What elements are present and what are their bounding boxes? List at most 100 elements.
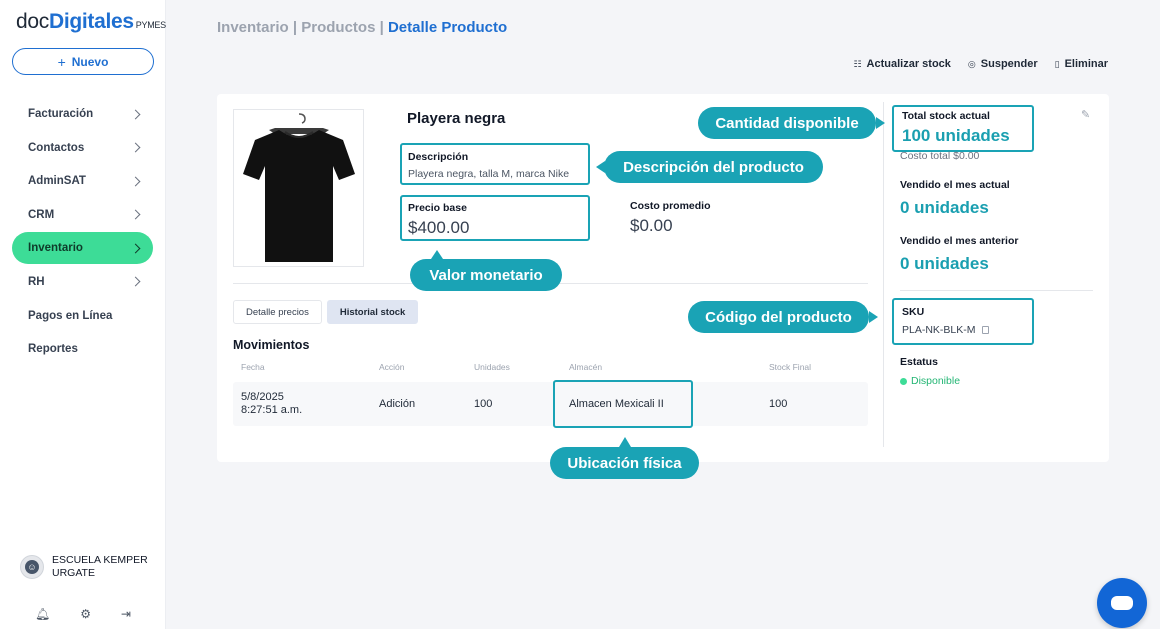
suspend-button[interactable]: ◎ Suspender [968, 58, 1038, 70]
callout-arrow [869, 311, 878, 323]
sidebar-item-label: Facturación [28, 108, 94, 120]
warehouse-highlight [553, 380, 693, 428]
average-cost-value: $0.00 [630, 216, 673, 235]
chevron-right-icon [130, 176, 141, 187]
new-button[interactable]: + Nuevo [12, 48, 154, 75]
sidebar-item-label: AdminSAT [28, 175, 86, 188]
update-stock-label: Actualizar stock [866, 58, 951, 70]
sidebar-item-facturacion[interactable]: Facturación [12, 98, 153, 130]
description-label: Descripción [408, 151, 469, 163]
breadcrumb-inventario[interactable]: Inventario [217, 19, 289, 36]
movements-title: Movimientos [233, 338, 310, 352]
sidebar-item-reportes[interactable]: Reportes [12, 333, 153, 365]
action-bar: ☷ Actualizar stock ◎ Suspender ▯ Eliminar [853, 58, 1108, 70]
row-final-stock: 100 [769, 398, 788, 410]
sold-previous-value: 0 unidades [900, 254, 989, 273]
breadcrumb-current: Detalle Producto [387, 19, 508, 36]
sliders-icon: ☷ [853, 58, 862, 69]
sidebar-item-adminsat[interactable]: AdminSAT [12, 165, 153, 197]
sidebar-item-inventario[interactable]: Inventario [12, 232, 153, 265]
sold-current-value: 0 unidades [900, 198, 989, 217]
sidebar-item-pagos-en-linea[interactable]: Pagos en Línea [12, 300, 153, 332]
new-button-label: Nuevo [71, 54, 109, 69]
sidebar-item-label: Reportes [28, 343, 78, 356]
total-cost: Costo total $0.00 [900, 150, 980, 162]
column-header-fecha: Fecha [241, 362, 265, 372]
main-content: Inventario | Productos | Detalle Product… [166, 0, 1160, 629]
product-card: Playera negra Descripción Playera negra,… [217, 94, 1109, 462]
logo-text-doc: doc [16, 10, 49, 33]
user-profile[interactable]: ☺ ESCUELA KEMPER URGATE [20, 554, 162, 580]
divider [883, 102, 884, 447]
trash-icon: ▯ [1054, 58, 1060, 69]
tab-bar: Detalle precios Historial stock [233, 300, 419, 324]
logo-text-digitales: Digitales [48, 10, 134, 33]
copy-icon[interactable] [981, 326, 989, 334]
table-row[interactable]: 5/8/2025 8:27:51 a.m. Adición 100 Almace… [233, 382, 868, 426]
average-cost-field: Costo promedio $0.00 [630, 200, 711, 236]
user-name: ESCUELA KEMPER URGATE [52, 554, 148, 579]
callout-arrow [596, 161, 605, 173]
chevron-right-icon [130, 277, 141, 287]
average-cost-label: Costo promedio [630, 200, 711, 212]
logout-icon[interactable]: ⇥ [121, 607, 131, 621]
avatar: ☺ [20, 555, 44, 579]
callout-arrow [431, 250, 443, 259]
status-label: Estatus [900, 356, 938, 368]
breadcrumb-productos[interactable]: Productos [301, 19, 375, 36]
sidebar-item-label: RH [28, 275, 45, 288]
chevron-right-icon [130, 243, 141, 254]
delete-label: Eliminar [1064, 58, 1108, 70]
callout-arrow [619, 437, 631, 447]
tshirt-image [242, 113, 355, 262]
callout-cantidad-disponible: Cantidad disponible [698, 107, 876, 139]
sidebar-item-label: CRM [28, 208, 55, 221]
sidebar-item-contactos[interactable]: Contactos [12, 132, 153, 164]
status-value: Disponible [911, 375, 961, 387]
gear-icon[interactable]: ⚙ [80, 607, 91, 621]
status-badge: Disponible [900, 375, 960, 387]
column-header-stock-final: Stock Final [769, 362, 812, 372]
row-date: 5/8/2025 [241, 391, 284, 403]
sold-current-label: Vendido el mes actual [900, 179, 1010, 191]
product-name: Playera negra [407, 110, 506, 127]
sidebar-item-rh[interactable]: RH [12, 266, 153, 298]
delete-button[interactable]: ▯ Eliminar [1055, 58, 1108, 70]
base-price-label: Precio base [408, 202, 467, 214]
sidebar: docDigitales PYMES + Nuevo Facturación Co… [0, 0, 166, 629]
logo-text-pymes: PYMES [135, 20, 166, 30]
pencil-icon[interactable]: ✎ [1081, 108, 1090, 121]
plus-icon: + [57, 53, 66, 70]
chat-button[interactable] [1097, 578, 1147, 628]
callout-codigo-producto: Código del producto [688, 301, 869, 333]
sidebar-bottom-icons: 🔔︎ ⚙ ⇥ [0, 607, 166, 621]
brand-logo[interactable]: docDigitales PYMES [16, 10, 166, 34]
chevron-right-icon [130, 142, 141, 153]
total-stock-label: Total stock actual [902, 110, 990, 122]
column-header-unidades: Unidades [474, 362, 510, 372]
bell-icon[interactable]: 🔔︎ [35, 607, 50, 621]
chat-bubble-icon [1111, 596, 1133, 610]
base-price-field: Precio base $400.00 [400, 195, 590, 241]
smiley-icon: ☺ [25, 560, 39, 574]
sidebar-item-label: Contactos [28, 141, 85, 154]
row-action: Adición [379, 398, 416, 410]
pause-circle-icon: ◎ [967, 58, 976, 69]
divider [900, 290, 1093, 291]
sidebar-item-label: Pagos en Línea [28, 309, 113, 322]
table-header: Fecha Acción Unidades Almacén Stock Fina… [233, 362, 868, 376]
sidebar-item-crm[interactable]: CRM [12, 199, 153, 231]
sku-field: SKU PLA-NK-BLK-M [892, 298, 1034, 345]
update-stock-button[interactable]: ☷ Actualizar stock [853, 58, 950, 70]
total-stock-value: 100 unidades [902, 126, 1010, 145]
sku-label: SKU [902, 306, 925, 318]
product-image [233, 109, 364, 267]
callout-valor-monetario: Valor monetario [410, 259, 562, 291]
status-dot-icon [900, 377, 907, 385]
callout-descripcion-producto: Descripción del producto [604, 151, 823, 183]
tab-historial-stock[interactable]: Historial stock [326, 300, 419, 324]
tab-detalle-precios[interactable]: Detalle precios [233, 300, 322, 324]
column-header-almacen: Almacén [569, 362, 603, 372]
description-field: Descripción Playera negra, talla M, marc… [400, 143, 590, 185]
row-time: 8:27:51 a.m. [241, 404, 303, 416]
